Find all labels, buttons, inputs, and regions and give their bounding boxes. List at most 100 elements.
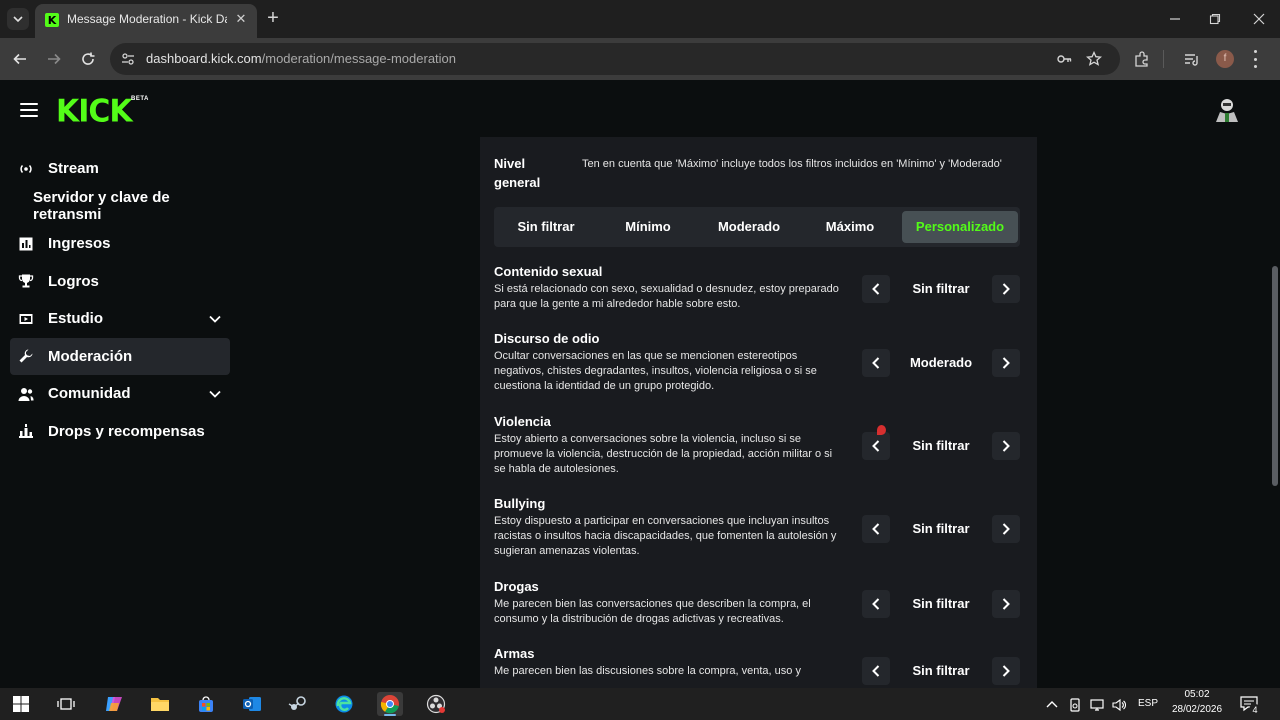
filter-stepper: Sin filtrar [862, 590, 1020, 618]
chevron-down-icon[interactable] [208, 312, 222, 326]
volume-icon[interactable] [1112, 698, 1126, 712]
level-tab-personalizado[interactable]: Personalizado [902, 211, 1018, 243]
dashboard-page: KICK BETA Stream Servidor y clave de ret… [0, 80, 1280, 688]
filter-value: Sin filtrar [912, 521, 970, 536]
level-tab-moderado[interactable]: Moderado [700, 211, 798, 243]
copilot-icon[interactable] [101, 692, 127, 716]
tab-search-icon[interactable] [7, 8, 29, 30]
forward-icon[interactable] [43, 48, 65, 70]
network-icon[interactable] [1090, 698, 1104, 712]
chevron-right-icon[interactable] [992, 590, 1020, 618]
wrench-icon [18, 348, 34, 364]
chevron-down-icon[interactable] [208, 387, 222, 401]
category-armas: Armas Me parecen bien las discusiones so… [494, 644, 1020, 685]
chevron-up-icon[interactable] [1045, 698, 1059, 712]
category-violencia: Violencia Estoy abierto a conversaciones… [494, 412, 1020, 477]
chevron-left-icon[interactable] [862, 657, 890, 685]
level-tab-sin-filtrar[interactable]: Sin filtrar [498, 211, 594, 243]
sidebar-item-comunidad[interactable]: Comunidad [10, 375, 230, 413]
window-close-icon[interactable] [1248, 8, 1270, 30]
sidebar-item-stream-key[interactable]: Servidor y clave de retransmi [10, 188, 230, 226]
filter-value: Sin filtrar [912, 281, 970, 296]
chevron-right-icon[interactable] [992, 349, 1020, 377]
windows-taskbar: ESP 05:02 28/02/2026 4 [0, 688, 1280, 720]
sidebar-item-stream[interactable]: Stream [10, 150, 230, 188]
chevron-left-icon[interactable] [862, 515, 890, 543]
clock-date[interactable]: 28/02/2026 [1168, 704, 1226, 715]
sidebar-item-estudio[interactable]: Estudio [10, 300, 230, 338]
chevron-left-icon[interactable] [862, 349, 890, 377]
chevron-left-icon[interactable] [862, 275, 890, 303]
page-scrollbar[interactable] [1272, 266, 1278, 486]
password-key-icon[interactable] [1056, 51, 1072, 67]
chevron-right-icon[interactable] [992, 275, 1020, 303]
sidebar-nav: Stream Servidor y clave de retransmi Ing… [10, 150, 230, 450]
filter-value: Sin filtrar [912, 596, 970, 611]
gift-chart-icon [18, 423, 34, 439]
tab-title: Message Moderation - Kick Dashboard [67, 12, 227, 26]
edge-icon[interactable] [331, 692, 357, 716]
browser-tab-bar: K Message Moderation - Kick Dashboard ✕ … [0, 0, 1280, 38]
filter-stepper: Moderado [862, 349, 1020, 377]
general-level-note: Ten en cuenta que 'Máximo' incluye todos… [582, 158, 1002, 170]
restore-icon[interactable] [1204, 8, 1226, 30]
chevron-right-icon[interactable] [992, 432, 1020, 460]
category-description: Ocultar conversaciones en las que se men… [494, 350, 817, 392]
new-tab-icon[interactable]: + [262, 8, 284, 30]
steam-icon[interactable] [285, 692, 311, 716]
reload-icon[interactable] [77, 48, 99, 70]
category-drogas: Drogas Me parecen bien las conversacione… [494, 577, 1020, 627]
category-description: Si está relacionado con sexo, sexualidad… [494, 283, 839, 310]
sidebar-item-label: Servidor y clave de retransmi [33, 189, 170, 224]
language-indicator[interactable]: ESP [1134, 698, 1162, 709]
filter-stepper: Sin filtrar [862, 657, 1020, 685]
level-tab-maximo[interactable]: Máximo [802, 211, 898, 243]
hamburger-menu-icon[interactable] [20, 103, 38, 117]
moderation-panel: Nivel general Ten en cuenta que 'Máximo'… [480, 137, 1037, 688]
category-discurso-de-odio: Discurso de odio Ocultar conversaciones … [494, 329, 1020, 394]
chevron-right-icon[interactable] [992, 515, 1020, 543]
category-bullying: Bullying Estoy dispuesto a participar en… [494, 494, 1020, 559]
extensions-icon[interactable] [1133, 50, 1151, 68]
address-bar[interactable]: dashboard.kick.com/moderation/message-mo… [110, 43, 1120, 75]
category-description: Me parecen bien las conversaciones que d… [494, 598, 811, 625]
media-controls-icon[interactable] [1183, 50, 1201, 68]
site-info-icon[interactable] [120, 51, 136, 67]
kick-logo[interactable]: KICK [56, 93, 133, 130]
star-icon[interactable] [1086, 51, 1102, 67]
file-explorer-icon[interactable] [147, 692, 173, 716]
chevron-left-icon[interactable] [862, 590, 890, 618]
kick-favicon-icon: K [45, 13, 59, 27]
sidebar-item-drops[interactable]: Drops y recompensas [10, 413, 230, 451]
category-title: Bullying [494, 496, 546, 511]
sidebar-item-logros[interactable]: Logros [10, 263, 230, 301]
category-description: Estoy dispuesto a participar en conversa… [494, 515, 837, 557]
clock-time[interactable]: 05:02 [1168, 689, 1226, 700]
profile-avatar[interactable]: f [1216, 50, 1234, 68]
outlook-icon[interactable] [239, 692, 265, 716]
store-icon[interactable] [193, 692, 219, 716]
menu-icon[interactable] [1252, 50, 1258, 68]
filter-value: Moderado [909, 355, 973, 370]
task-view-icon[interactable] [53, 692, 79, 716]
level-tab-minimo[interactable]: Mínimo [600, 211, 696, 243]
browser-tab[interactable]: K Message Moderation - Kick Dashboard ✕ [35, 4, 257, 38]
sidebar-item-moderacion[interactable]: Moderación [10, 337, 230, 375]
url-text: dashboard.kick.com/moderation/message-mo… [146, 51, 457, 66]
chevron-left-icon[interactable] [862, 432, 890, 460]
obs-icon[interactable] [423, 692, 449, 716]
beta-badge: BETA [131, 96, 149, 102]
close-icon[interactable]: ✕ [233, 11, 249, 27]
sidebar-item-label: Stream [48, 160, 99, 178]
device-icon[interactable] [1068, 698, 1082, 712]
minimize-icon[interactable] [1164, 8, 1186, 30]
user-avatar[interactable] [1212, 96, 1242, 126]
filter-value: Sin filtrar [912, 438, 970, 453]
windows-start-icon[interactable] [8, 692, 34, 716]
category-description: Me parecen bien las discusiones sobre la… [494, 665, 801, 677]
chrome-icon[interactable] [377, 692, 403, 716]
sidebar-item-ingresos[interactable]: Ingresos [10, 225, 230, 263]
sidebar-item-label: Moderación [48, 347, 133, 365]
back-icon[interactable] [9, 48, 31, 70]
chevron-right-icon[interactable] [992, 657, 1020, 685]
